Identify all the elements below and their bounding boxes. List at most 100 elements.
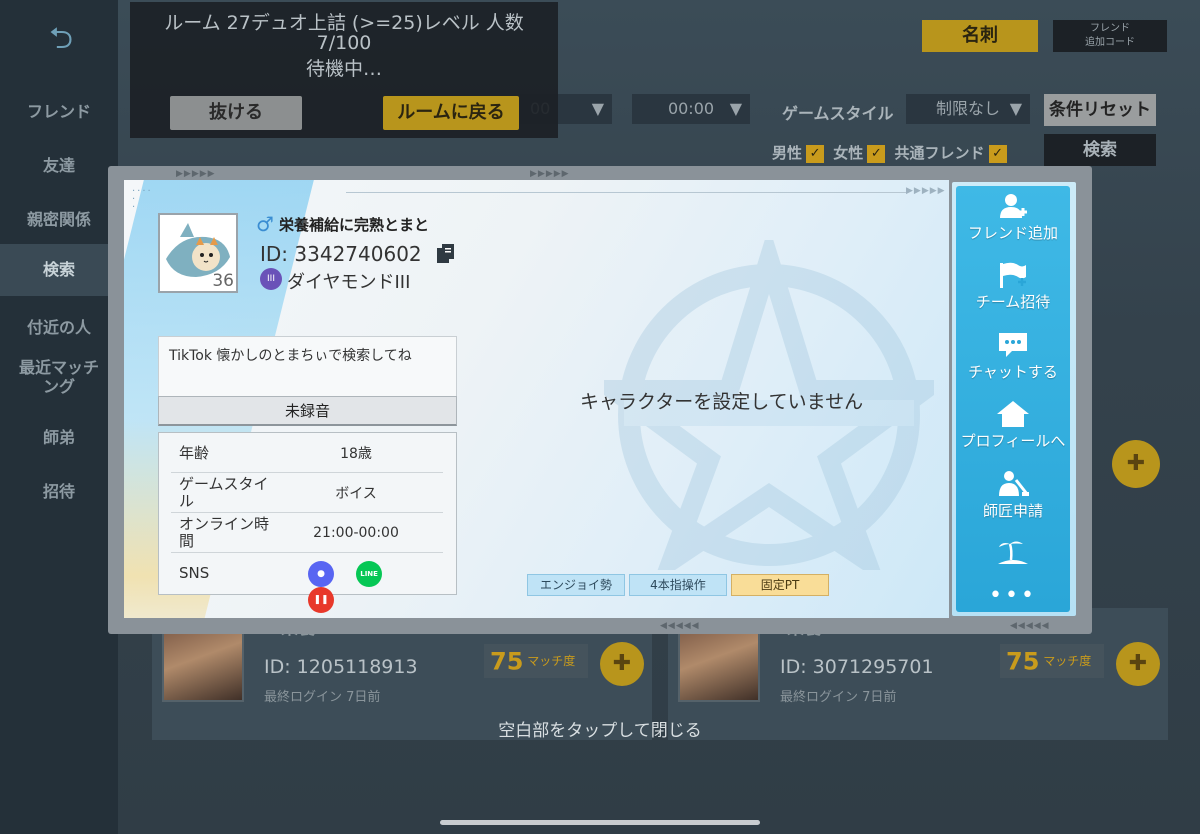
add-friend-label: フレンド追加: [967, 224, 1058, 242]
business-card-button[interactable]: 名刺: [922, 20, 1038, 52]
female-checkbox[interactable]: ✓: [867, 144, 886, 163]
discord-icon[interactable]: ●: [308, 561, 334, 587]
male-label: 男性: [772, 144, 803, 162]
chevron-decoration-icon: ◀◀◀◀◀: [1010, 621, 1050, 631]
chat-button[interactable]: チャットする: [956, 331, 1070, 382]
sidebar-item-nearby[interactable]: 付近の人: [0, 314, 118, 338]
style-tag: 4本指操作: [629, 574, 727, 596]
team-invite-flag-icon: [1000, 262, 1026, 288]
sns-icons: ● LINE ❚❚: [308, 561, 443, 613]
chevron-decoration-icon: ▶▶▶▶▶: [906, 186, 946, 196]
home-indicator: [440, 820, 760, 825]
add-friend-icon[interactable]: ✚: [1116, 642, 1160, 686]
reset-conditions-button[interactable]: 条件リセット: [1044, 94, 1156, 126]
game-style-value: 制限なし: [935, 99, 1000, 118]
info-row-age: 年齢 18歳: [171, 433, 443, 473]
chevron-down-icon: ▼: [729, 99, 742, 118]
sidebar-item-friends[interactable]: 友達: [0, 152, 118, 176]
info-label: SNS: [179, 563, 210, 582]
room-count: 7/100: [316, 32, 372, 54]
match-value: 75: [490, 647, 524, 676]
island-icon: [998, 541, 1028, 564]
team-invite-button[interactable]: チーム招待: [956, 261, 1070, 312]
room-title: ルーム 27デュオ上詰 (>=25)レベル 人数: [164, 12, 524, 34]
search-button[interactable]: 検索: [1044, 134, 1156, 166]
player-name: 栄養補給に完熟とまと: [279, 216, 430, 234]
info-value: 21:00-00:00: [313, 525, 399, 541]
friend-code-button[interactable]: フレンド 追加コード: [1053, 20, 1167, 52]
match-label: マッチ度: [1043, 654, 1092, 668]
sidebar-item-friend-header[interactable]: フレンド: [0, 98, 118, 122]
twitch-icon[interactable]: ❚❚: [308, 587, 334, 613]
gender-filters: 男性 ✓ 女性 ✓ 共通フレンド ✓: [772, 142, 1011, 163]
info-row-online-time: オンライン時間 21:00-00:00: [171, 513, 443, 553]
female-label: 女性: [833, 144, 864, 162]
voice-intro-button[interactable]: 未録音: [158, 396, 457, 426]
profile-info-table: 年齢 18歳 ゲームスタイル ボイス オンライン時間 21:00-00:00 S…: [158, 432, 457, 613]
profile-label: プロフィールへ: [960, 432, 1066, 450]
match-value: 75: [1006, 647, 1040, 676]
back-arrow-icon[interactable]: ⮌: [34, 22, 88, 56]
sidebar-item-recent-match[interactable]: 最近マッチ ング: [0, 358, 118, 396]
style-tag: 固定PT: [731, 574, 829, 596]
chevron-decoration-icon: ◀◀◀◀◀: [660, 621, 700, 631]
game-style-label: ゲームスタイル: [782, 104, 894, 123]
info-label: 年齢: [179, 443, 210, 462]
mentor-request-button[interactable]: 師匠申請: [956, 470, 1070, 521]
avatar[interactable]: 36: [158, 213, 238, 293]
return-to-room-button[interactable]: ルームに戻る: [383, 96, 519, 130]
chat-bubble-icon: [999, 333, 1027, 357]
level-badge: 36: [212, 271, 234, 291]
leave-room-button[interactable]: 抜ける: [170, 96, 302, 130]
match-score: 75 マッチ度: [484, 644, 588, 678]
team-invite-label: チーム招待: [975, 293, 1051, 311]
chat-label: チャットする: [968, 363, 1058, 381]
last-login: 最終ログイン 7日前: [264, 690, 381, 705]
add-friend-button[interactable]: フレンド追加: [956, 192, 1070, 243]
game-style-select[interactable]: 制限なし ▼: [906, 94, 1030, 124]
room-status: 待機中…: [305, 58, 382, 80]
mentor-request-label: 師匠申請: [982, 502, 1043, 520]
male-icon: ♂: [256, 212, 274, 236]
male-checkbox[interactable]: ✓: [806, 144, 825, 163]
tap-to-close-hint[interactable]: 空白部をタップして閉じる: [0, 716, 1200, 741]
player-id: ID: 3342740602: [260, 242, 422, 266]
sidebar: [0, 0, 118, 834]
add-friend-icon[interactable]: ✚: [1112, 440, 1160, 488]
chevron-decoration-icon: ▶▶▶▶▶: [176, 169, 216, 179]
match-score: 75 マッチ度: [1000, 644, 1104, 678]
rank-label: ダイヤモンドIII: [287, 272, 411, 293]
no-character-message: キャラクターを設定していません: [580, 391, 864, 413]
info-row-game-style: ゲームスタイル ボイス: [171, 473, 443, 513]
match-label: マッチ度: [527, 654, 576, 668]
diamond-rank-icon: III: [260, 268, 282, 290]
player-id: ID: 3071295701: [780, 656, 934, 678]
friend-code-label: フレンド 追加コード: [1085, 23, 1135, 48]
common-friend-label: 共通フレンド: [894, 144, 985, 162]
info-row-sns: SNS ● LINE ❚❚: [171, 553, 443, 613]
more-options-icon[interactable]: •••: [956, 585, 1070, 607]
mentor-request-icon: [999, 471, 1029, 496]
common-friend-checkbox[interactable]: ✓: [988, 144, 1007, 163]
player-id: ID: 1205118913: [264, 656, 418, 678]
sidebar-item-search[interactable]: 検索: [0, 244, 118, 296]
chevron-down-icon: ▼: [1009, 99, 1022, 118]
copy-icon[interactable]: [436, 243, 456, 265]
chevron-down-icon: ▼: [591, 99, 604, 118]
add-friend-icon: [1000, 194, 1027, 218]
time-to-value: 00:00: [667, 99, 715, 118]
sidebar-item-mentor[interactable]: 師弟: [0, 424, 118, 448]
add-friend-icon[interactable]: ✚: [600, 642, 644, 686]
time-to-select[interactable]: 00:00 ▼: [632, 94, 750, 124]
info-label: オンライン時間: [179, 515, 270, 550]
island-button[interactable]: [956, 538, 1070, 568]
sidebar-item-close-relations[interactable]: 親密関係: [0, 206, 118, 230]
last-login: 最終ログイン 7日前: [780, 690, 897, 705]
line-icon[interactable]: LINE: [356, 561, 383, 587]
sidebar-item-invite[interactable]: 招待: [0, 478, 118, 502]
style-tag: エンジョイ勢: [527, 574, 625, 596]
bio-text: TikTok 懐かしのとまちぃで検索してね: [169, 348, 412, 364]
profile-button[interactable]: プロフィールへ: [956, 400, 1070, 451]
info-value: 18歳: [340, 446, 372, 462]
header-line: [346, 192, 906, 193]
